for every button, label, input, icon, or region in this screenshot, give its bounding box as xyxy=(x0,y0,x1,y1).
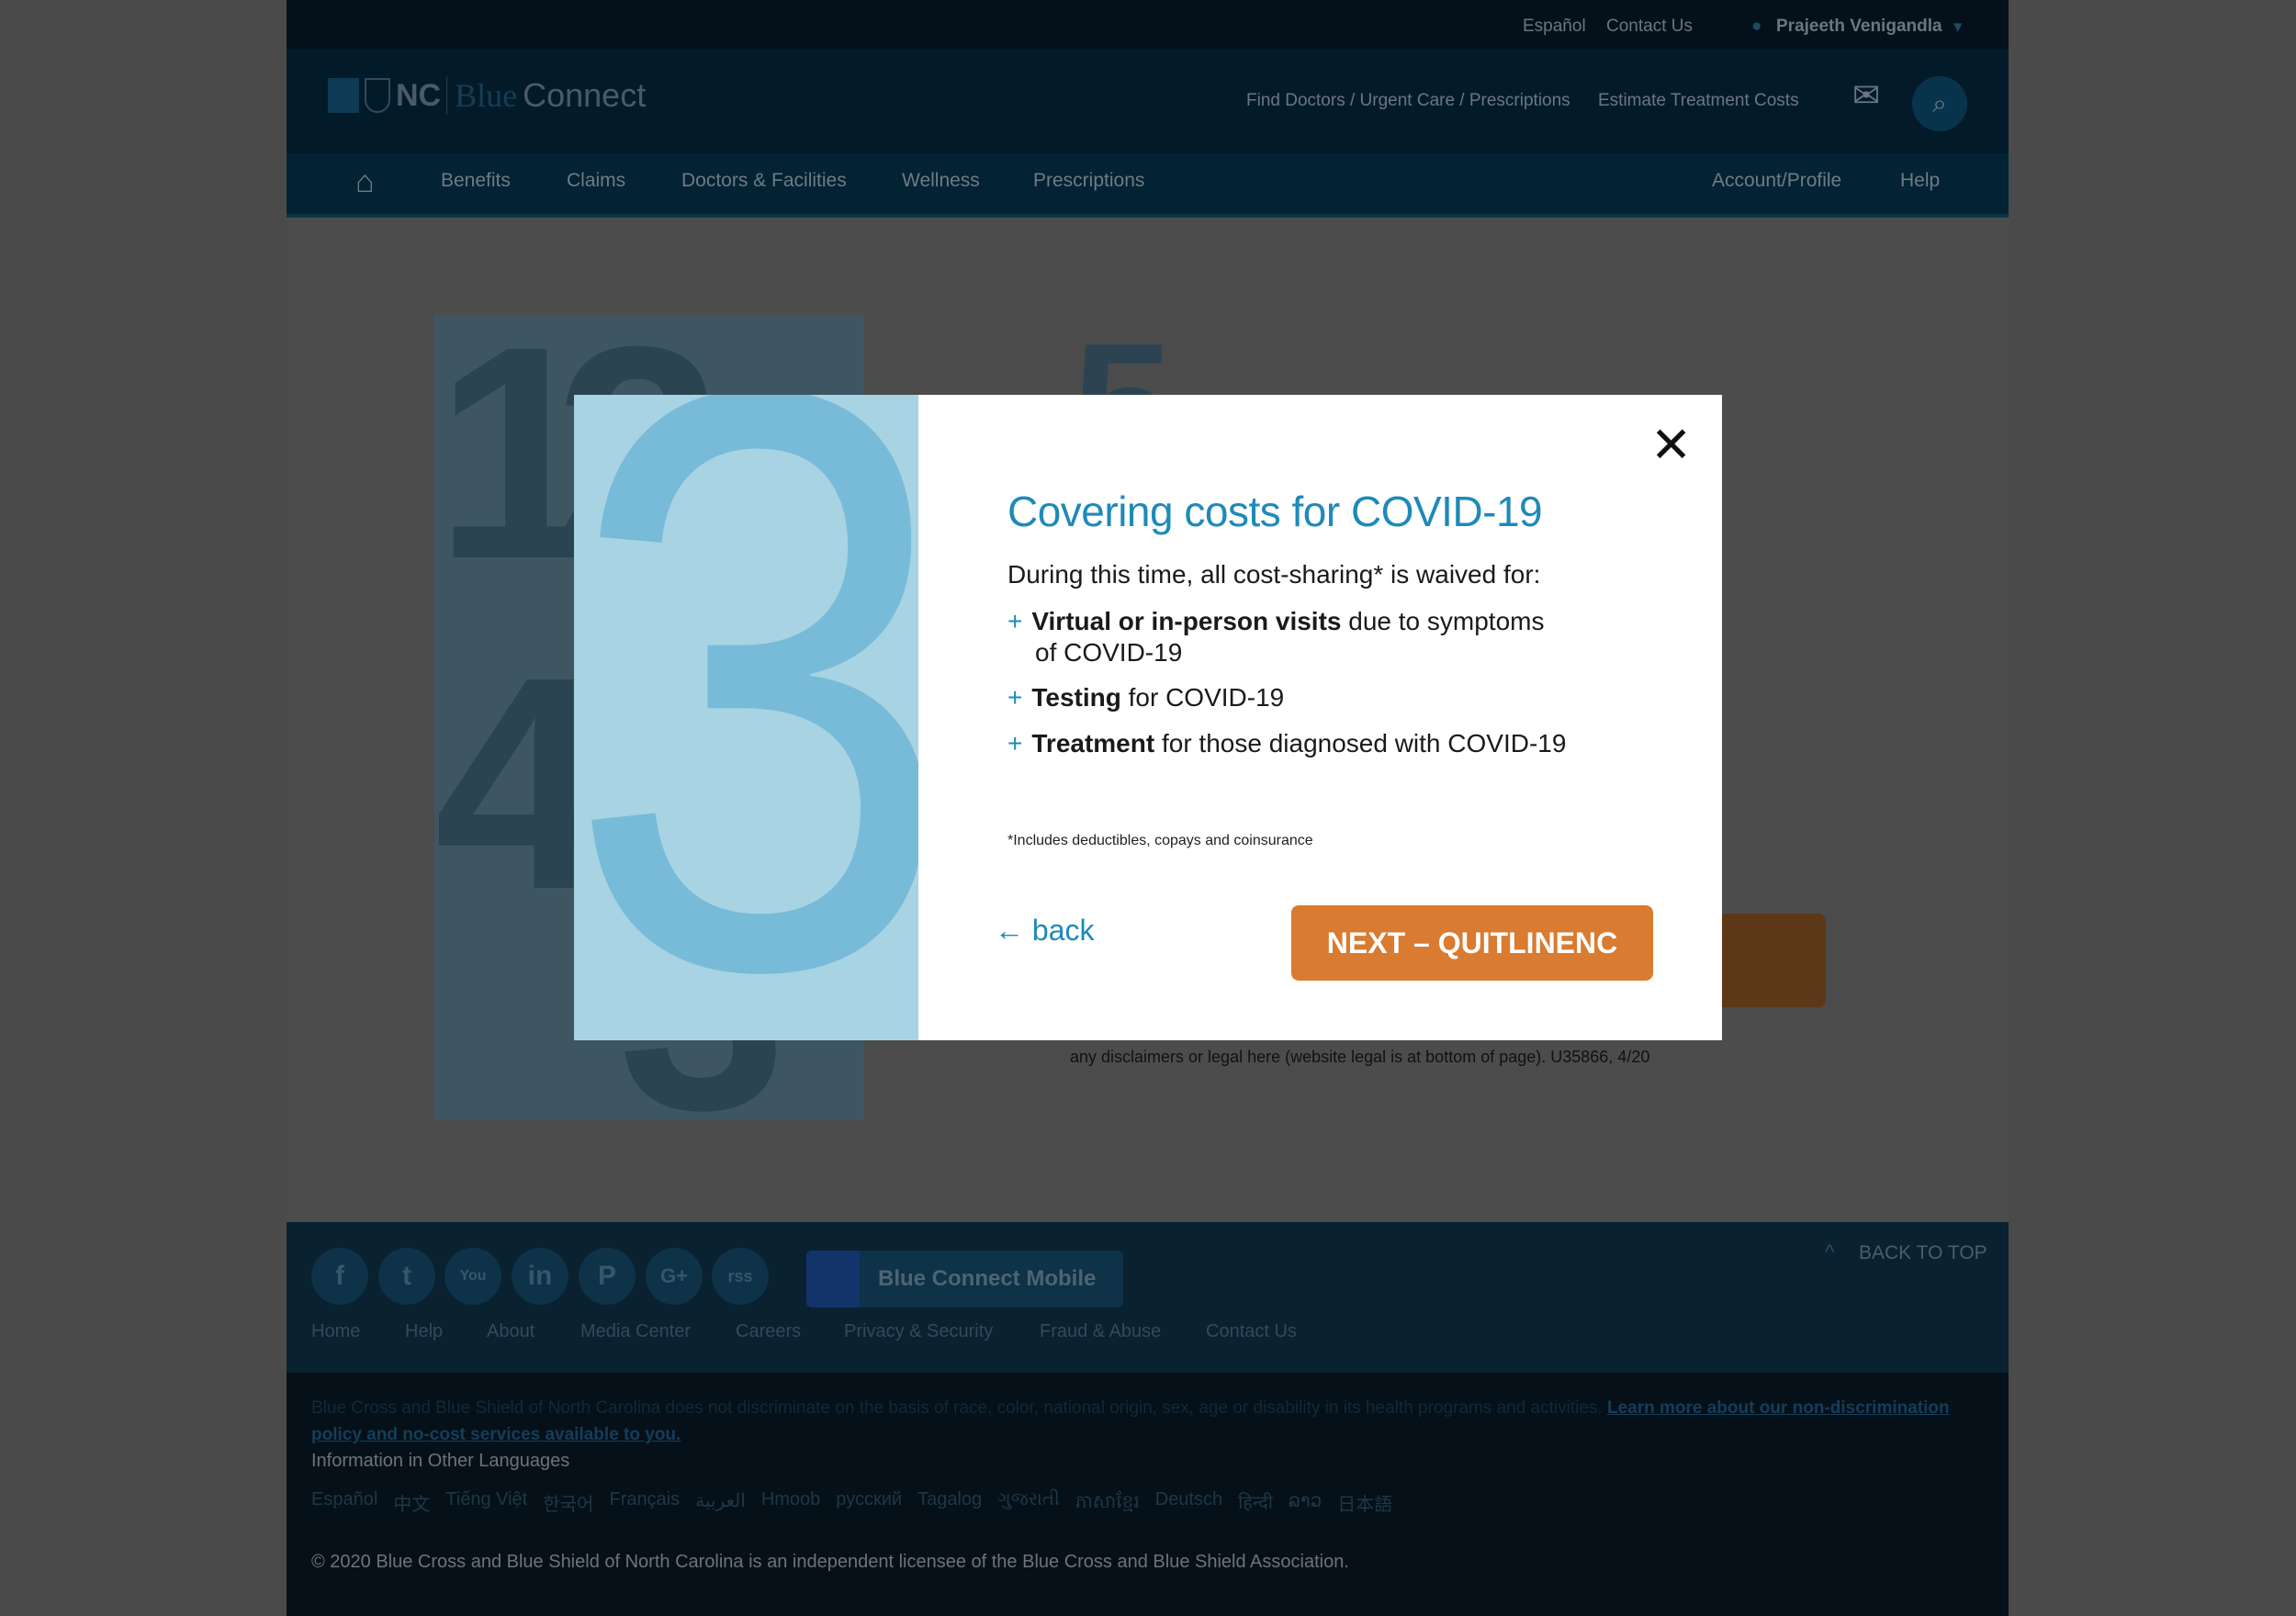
lang-link[interactable]: العربية xyxy=(695,1489,746,1517)
lang-link[interactable]: ភាសាខ្មែរ xyxy=(1075,1489,1140,1517)
main-nav: ⌂ Benefits Claims Doctors & Facilities W… xyxy=(287,153,2009,218)
logo-connect: Connect xyxy=(523,76,647,114)
lang-link[interactable]: Tagalog xyxy=(917,1489,982,1517)
lang-link[interactable]: Español xyxy=(311,1489,377,1517)
twitter-icon[interactable]: t xyxy=(378,1248,435,1305)
footer-link-fraud[interactable]: Fraud & Abuse xyxy=(1040,1321,1161,1342)
facebook-icon[interactable]: f xyxy=(311,1248,368,1305)
footer-link-media-center[interactable]: Media Center xyxy=(580,1321,691,1342)
user-icon: ● xyxy=(1751,17,1762,36)
nav-wellness[interactable]: Wellness xyxy=(902,170,980,192)
nondiscrimination-statement: Blue Cross and Blue Shield of North Caro… xyxy=(311,1398,1603,1418)
list-item: + Treatment for those diagnosed with COVI… xyxy=(1007,729,1567,758)
contact-link[interactable]: Contact Us xyxy=(1606,17,1693,37)
search-button[interactable]: ⌕ xyxy=(1912,76,1967,131)
footer-bottom: Blue Cross and Blue Shield of North Caro… xyxy=(287,1373,2009,1616)
home-icon[interactable]: ⌂ xyxy=(355,164,375,200)
back-link[interactable]: ← back xyxy=(995,914,1094,948)
plus-icon: + xyxy=(1007,729,1023,758)
modal-intro: During this time, all cost-sharing* is w… xyxy=(1007,560,1541,589)
pinterest-icon[interactable]: P xyxy=(579,1248,636,1305)
linkedin-icon[interactable]: in xyxy=(512,1248,568,1305)
other-languages-heading: Information in Other Languages xyxy=(311,1451,570,1471)
footer-link-help[interactable]: Help xyxy=(405,1321,443,1342)
blue-shield-icon xyxy=(365,78,390,113)
user-menu[interactable]: Prajeeth Venigandla xyxy=(1776,17,1942,37)
modal-title: Covering costs for COVID-19 xyxy=(1007,488,1543,535)
footer-link-privacy[interactable]: Privacy & Security xyxy=(844,1321,993,1342)
step-digit: 3 xyxy=(574,395,918,1040)
header: NC Blue Connect Find Doctors / Urgent Ca… xyxy=(287,49,2009,153)
modal-step-image: 3 xyxy=(574,395,918,1040)
blue-connect-mobile-button[interactable]: Blue Connect Mobile xyxy=(806,1251,1123,1307)
copyright: © 2020 Blue Cross and Blue Shield of Nor… xyxy=(311,1552,1349,1572)
lang-link[interactable]: русский xyxy=(836,1489,902,1517)
logo-nc: NC xyxy=(396,77,442,113)
nav-help[interactable]: Help xyxy=(1900,170,1940,192)
logo-blue: Blue xyxy=(446,76,517,115)
top-bar: Español Contact Us ● Prajeeth Venigandla… xyxy=(287,0,2009,49)
mobile-label: Blue Connect Mobile xyxy=(878,1266,1097,1291)
rss-icon[interactable]: rss xyxy=(712,1248,769,1305)
lang-link[interactable]: Deutsch xyxy=(1155,1489,1222,1517)
modal-footnote: *Includes deductibles, copays and coinsu… xyxy=(1007,833,1313,848)
footer-link-contact[interactable]: Contact Us xyxy=(1206,1321,1297,1342)
chevron-down-icon: ▾ xyxy=(1953,17,1963,37)
footer-top: f t You in P G+ rss Blue Connect Mobile … xyxy=(287,1222,2009,1373)
disclaimer-text: any disclaimers or legal here (website l… xyxy=(1070,1048,1650,1066)
lang-link[interactable]: 中文 xyxy=(393,1489,430,1517)
lang-link[interactable]: 日本語 xyxy=(1337,1489,1392,1517)
footer-link-home[interactable]: Home xyxy=(311,1321,360,1342)
list-item: + Testing for COVID-19 xyxy=(1007,683,1285,712)
nav-doctors-facilities[interactable]: Doctors & Facilities xyxy=(681,170,847,192)
lang-link[interactable]: Hmoob xyxy=(761,1489,820,1517)
lang-link[interactable]: ગુજરાતી xyxy=(997,1489,1060,1517)
nav-prescriptions[interactable]: Prescriptions xyxy=(1033,170,1144,192)
lang-link[interactable]: Tiếng Việt xyxy=(445,1489,527,1517)
nav-claims[interactable]: Claims xyxy=(567,170,625,192)
mail-icon[interactable]: ✉ xyxy=(1852,76,1880,115)
back-to-top-link[interactable]: BACK TO TOP xyxy=(1859,1242,1987,1264)
lang-link[interactable]: 한국어 xyxy=(543,1489,593,1517)
footer-link-careers[interactable]: Careers xyxy=(736,1321,801,1342)
covid-modal: 3 ✕ Covering costs for COVID-19 During t… xyxy=(574,395,1722,1040)
close-icon[interactable]: ✕ xyxy=(1650,421,1692,470)
find-doctors-link[interactable]: Find Doctors / Urgent Care / Prescriptio… xyxy=(1246,91,1570,111)
next-quitlinenc-button[interactable]: NEXT – QUITLINENC xyxy=(1291,905,1653,981)
lang-link[interactable]: ລາວ xyxy=(1289,1489,1322,1517)
language-links: Español 中文 Tiếng Việt 한국어 Français العرب… xyxy=(311,1489,1392,1517)
plus-icon: + xyxy=(1007,607,1023,635)
chevron-up-icon: ^ xyxy=(1825,1240,1835,1263)
nondiscrimination-text: Blue Cross and Blue Shield of North Caro… xyxy=(311,1395,1992,1448)
blue-cross-icon xyxy=(328,78,359,113)
espanol-link[interactable]: Español xyxy=(1523,17,1586,37)
logo[interactable]: NC Blue Connect xyxy=(328,76,646,115)
lang-link[interactable]: हिन्दी xyxy=(1238,1489,1273,1517)
mobile-app-icon xyxy=(806,1251,860,1307)
lang-link[interactable]: Français xyxy=(609,1489,680,1517)
nav-account-profile[interactable]: Account/Profile xyxy=(1712,170,1841,192)
footer-link-about[interactable]: About xyxy=(487,1321,535,1342)
youtube-icon[interactable]: You xyxy=(445,1248,501,1305)
nav-benefits[interactable]: Benefits xyxy=(441,170,511,192)
estimate-costs-link[interactable]: Estimate Treatment Costs xyxy=(1598,91,1799,111)
plus-icon: + xyxy=(1007,683,1023,712)
google-plus-icon[interactable]: G+ xyxy=(646,1248,703,1305)
list-item: + Virtual or in-person visits due to symp… xyxy=(1007,607,1545,667)
search-icon: ⌕ xyxy=(1932,88,1947,118)
